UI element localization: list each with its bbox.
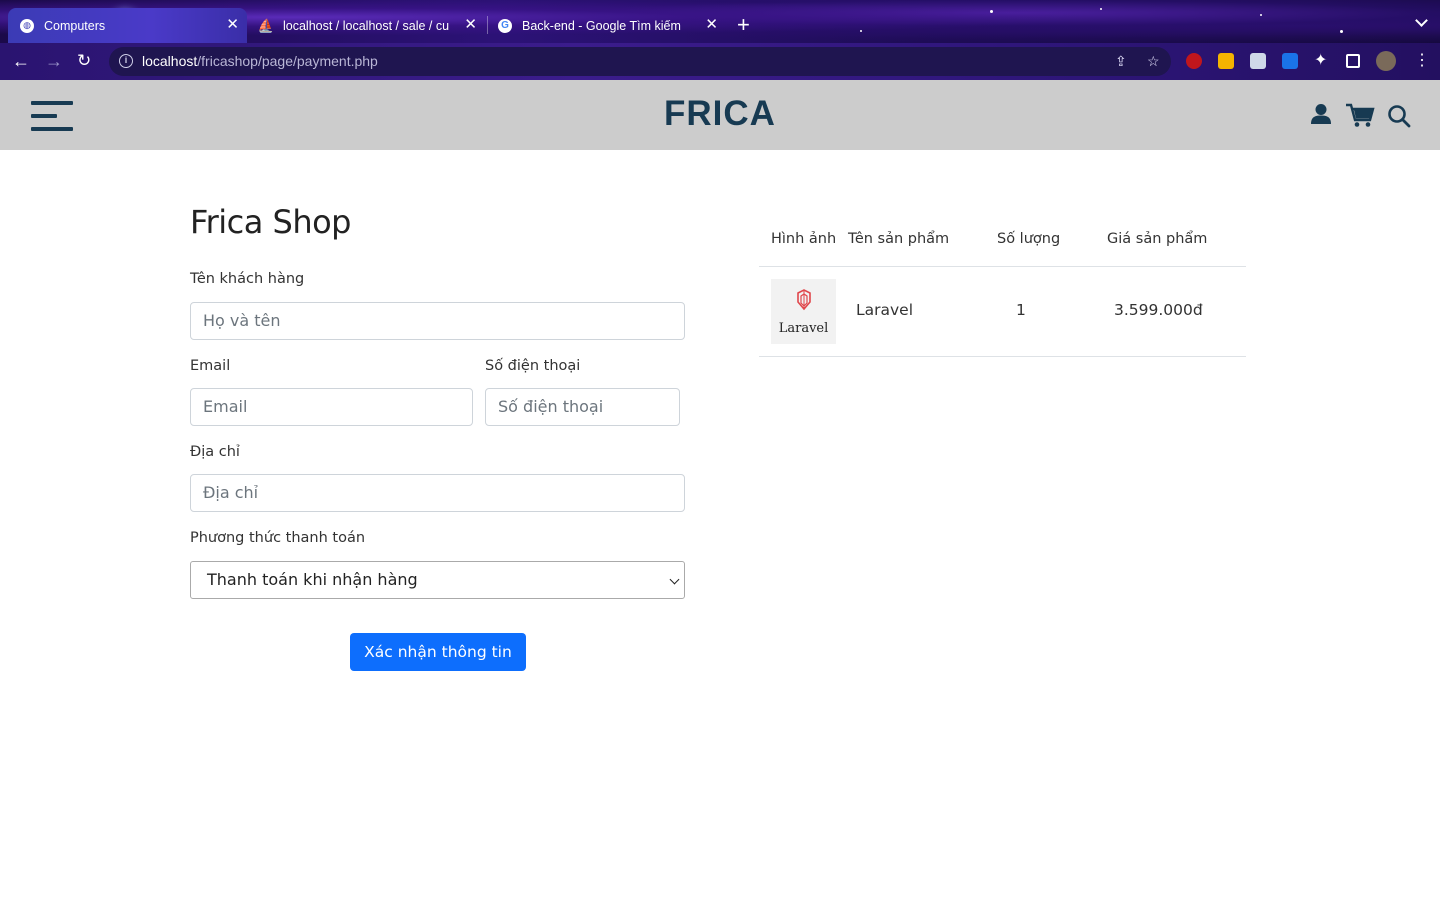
- tab-label: Back-end - Google Tìm kiếm: [522, 18, 681, 33]
- cart-icon[interactable]: [1345, 102, 1375, 128]
- name-input[interactable]: Họ và tên: [190, 302, 685, 340]
- product-image: Laravel: [771, 279, 836, 344]
- email-label: Email: [190, 358, 231, 374]
- translate-extension-icon[interactable]: [1282, 53, 1298, 69]
- back-arrow-icon[interactable]: ←: [12, 52, 30, 70]
- address-bar[interactable]: i localhost/fricashop/page/payment.php ⇪…: [109, 47, 1171, 76]
- column-header-image: Hình ảnh: [771, 231, 837, 247]
- brand-logo[interactable]: FRICA: [0, 94, 1440, 134]
- address-input[interactable]: Địa chỉ: [190, 474, 685, 512]
- bookmark-star-icon[interactable]: ☆: [1147, 53, 1160, 70]
- url-path: /fricashop/page/payment.php: [197, 53, 378, 69]
- phpmyadmin-icon: ⛵: [257, 17, 275, 33]
- profile-avatar[interactable]: [1376, 51, 1396, 71]
- chevron-down-icon: [669, 574, 680, 585]
- image-extension-icon[interactable]: [1250, 53, 1266, 69]
- close-icon[interactable]: ✕: [226, 17, 239, 33]
- new-tab-icon[interactable]: +: [737, 14, 750, 36]
- search-icon[interactable]: [1387, 104, 1411, 128]
- product-image-text: Laravel: [779, 321, 829, 336]
- payment-method-value: Thanh toán khi nhận hàng: [207, 570, 418, 589]
- product-price: 3.599.000đ: [1114, 301, 1203, 319]
- payment-method-label: Phương thức thanh toán: [190, 530, 366, 546]
- side-panel-icon[interactable]: [1346, 54, 1360, 68]
- laravel-logo-icon: Laravel: [779, 289, 829, 336]
- puzzle-extensions-icon[interactable]: ✦: [1314, 52, 1327, 70]
- row-divider: [759, 356, 1246, 357]
- site-info-icon[interactable]: i: [119, 54, 133, 68]
- header-divider: [759, 266, 1246, 267]
- tab-google-search[interactable]: G Back-end - Google Tìm kiếm ✕: [486, 8, 726, 43]
- column-header-name: Tên sản phẩm: [848, 231, 950, 247]
- page-title: Frica Shop: [190, 203, 351, 241]
- tab-label: localhost / localhost / sale / cu: [283, 18, 450, 33]
- close-icon[interactable]: ✕: [464, 17, 477, 33]
- browser-toolbar: ← → ↻ i localhost/fricashop/page/payment…: [0, 43, 1440, 80]
- payment-method-select[interactable]: Thanh toán khi nhận hàng: [190, 561, 685, 599]
- phone-input[interactable]: Số điện thoại: [485, 388, 680, 426]
- phone-label: Số điện thoại: [485, 358, 581, 374]
- browser-tab-bar: ◍ Computers ✕ ⛵ localhost / localhost / …: [0, 0, 1440, 43]
- tab-label: Computers: [44, 18, 106, 33]
- url-host: localhost: [142, 53, 198, 69]
- product-name: Laravel: [856, 301, 914, 319]
- address-label: Địa chỉ: [190, 444, 240, 460]
- ublock-extension-icon[interactable]: [1186, 53, 1202, 69]
- product-quantity: 1: [1016, 301, 1026, 319]
- user-icon[interactable]: [1310, 103, 1332, 125]
- column-header-quantity: Số lượng: [997, 231, 1061, 247]
- confirm-info-button[interactable]: Xác nhận thông tin: [350, 633, 526, 671]
- name-label: Tên khách hàng: [190, 271, 305, 287]
- reload-icon[interactable]: ↻: [77, 52, 91, 70]
- url-text: localhost/fricashop/page/payment.php: [142, 53, 378, 69]
- google-icon: G: [498, 18, 512, 33]
- browser-menu-icon[interactable]: ⋮: [1414, 52, 1430, 70]
- close-icon[interactable]: ✕: [705, 17, 718, 33]
- extension-icon[interactable]: [1218, 53, 1234, 69]
- column-header-price: Giá sản phẩm: [1107, 231, 1208, 247]
- email-input[interactable]: Email: [190, 388, 473, 426]
- forward-arrow-icon[interactable]: →: [45, 52, 63, 70]
- tab-phpmyadmin[interactable]: ⛵ localhost / localhost / sale / cu ✕: [247, 8, 485, 43]
- tab-computers[interactable]: ◍ Computers ✕: [8, 8, 247, 43]
- tab-search-chevron-icon[interactable]: [1415, 14, 1428, 27]
- site-header: FRICA: [0, 80, 1440, 150]
- share-icon[interactable]: ⇪: [1115, 53, 1127, 70]
- globe-icon: ◍: [20, 18, 34, 33]
